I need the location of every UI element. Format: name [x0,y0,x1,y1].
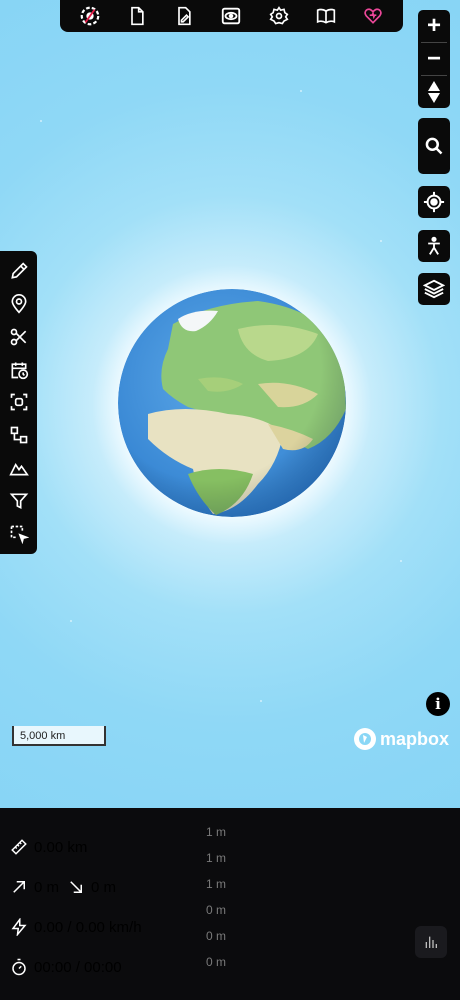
elevation-axis-label: 1 m [205,877,226,891]
mountain-icon[interactable] [8,457,30,479]
elevation-axis-label: 1 m [205,851,226,865]
help-book-icon[interactable] [315,5,337,27]
top-toolbar [60,0,403,32]
layers-button[interactable] [418,273,450,305]
map-canvas[interactable]: 5,000 km mapbox i [0,0,460,808]
left-toolbar [0,251,37,554]
compass-icon [428,81,440,103]
search-button[interactable] [418,118,450,174]
zoom-out-button[interactable]: − [418,43,450,75]
elevation-axis-label: 0 m [205,955,226,969]
pencil-icon[interactable] [8,260,30,282]
arrow-down-right-icon [70,881,83,893]
scissors-icon[interactable] [8,326,30,348]
street-view-button[interactable] [418,230,450,262]
select-area-icon[interactable] [8,523,30,545]
info-button[interactable]: i [426,692,450,716]
donate-heart-icon[interactable] [362,5,384,27]
zoom-control: + − [418,10,450,108]
pedestrian-icon [428,236,440,255]
bar-chart-icon [425,936,437,948]
arrow-up-right-icon [13,881,25,893]
filter-icon[interactable] [8,490,30,512]
mapbox-wordmark: mapbox [380,728,450,749]
locate-button[interactable] [418,186,450,218]
edit-file-icon[interactable] [173,5,195,27]
compass-button[interactable] [418,76,450,108]
zoom-in-button[interactable]: + [418,10,450,42]
elevation-axis-label: 1 m [205,825,226,839]
elevation-axis-label: 0 m [205,929,226,943]
map-pin-icon[interactable] [8,293,30,315]
distance-value: 0.00 km [34,838,88,856]
elevation-axis-label: 0 m [205,903,226,917]
mapbox-attribution[interactable]: mapbox [354,728,449,750]
time-value: 00:00 / 00:00 [34,958,122,976]
globe[interactable] [118,289,346,517]
search-icon [425,137,443,155]
speed-value: 0.00 / 0.00 km/h [34,918,142,936]
speed-stat: 0.00 / 0.00 km/h [10,918,142,936]
scan-icon[interactable] [8,391,30,413]
ruler-icon [11,839,27,855]
elevation-up-value: 0 m [34,878,60,896]
gpx-logo-icon[interactable] [79,5,101,27]
new-file-icon[interactable] [126,5,148,27]
layers-icon [423,279,445,299]
map-scale-bar: 5,000 km [12,726,106,746]
merge-icon[interactable] [8,424,30,446]
elevation-down-value: 0 m [91,878,117,896]
lightning-icon [11,918,27,936]
calendar-clock-icon[interactable] [8,359,30,381]
elevation-stat: 0 m 0 m [10,878,116,896]
settings-gear-icon[interactable] [268,5,290,27]
stopwatch-icon [12,958,26,976]
view-icon[interactable] [220,5,242,27]
chart-toggle-button[interactable] [415,926,447,958]
time-stat: 00:00 / 00:00 [10,958,122,976]
distance-stat: 0.00 km [10,838,87,856]
mapbox-logo-icon [354,728,376,750]
locate-icon [423,191,445,213]
